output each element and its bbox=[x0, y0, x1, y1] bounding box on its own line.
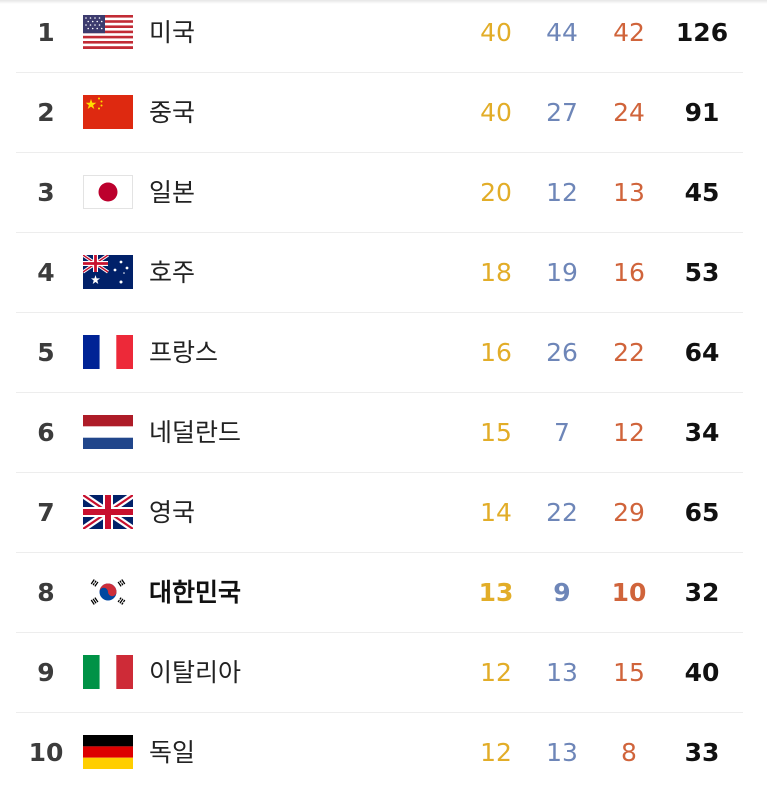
korea-flag-icon bbox=[83, 575, 133, 609]
total-count: 40 bbox=[684, 658, 720, 687]
japan-flag-icon bbox=[83, 175, 133, 209]
rank: 4 bbox=[37, 258, 55, 287]
silver-count: 7 bbox=[554, 418, 570, 447]
total-count: 45 bbox=[684, 178, 720, 207]
table-row[interactable]: 2 중국 40 27 24 91 bbox=[16, 73, 743, 153]
rank: 8 bbox=[37, 578, 55, 607]
total-count: 53 bbox=[684, 258, 720, 287]
gold-count: 13 bbox=[478, 578, 514, 607]
total-count: 65 bbox=[684, 498, 720, 527]
rank: 9 bbox=[37, 658, 55, 687]
germany-flag-icon bbox=[83, 735, 133, 769]
country-name: 대한민국 bbox=[149, 578, 242, 607]
total-count: 126 bbox=[675, 18, 729, 47]
country-name: 이탈리아 bbox=[149, 658, 242, 687]
total-count: 33 bbox=[684, 738, 720, 767]
bronze-count: 29 bbox=[613, 498, 645, 527]
silver-count: 19 bbox=[546, 258, 578, 287]
bronze-count: 13 bbox=[613, 178, 645, 207]
table-row[interactable]: 3 일본 20 12 13 45 bbox=[16, 153, 743, 233]
rank: 1 bbox=[37, 18, 55, 47]
table-row[interactable]: 9 이탈리아 12 13 15 40 bbox=[16, 633, 743, 713]
table-row[interactable]: 1 미국 40 44 42 126 bbox=[16, 0, 743, 73]
silver-count: 26 bbox=[546, 338, 578, 367]
bronze-count: 10 bbox=[611, 578, 647, 607]
country-name: 독일 bbox=[149, 738, 196, 767]
usa-flag-icon bbox=[83, 15, 133, 49]
country-name: 미국 bbox=[149, 18, 196, 47]
gold-count: 12 bbox=[480, 658, 512, 687]
gold-count: 16 bbox=[480, 338, 512, 367]
table-row[interactable]: 4 호주 18 19 16 53 bbox=[16, 233, 743, 313]
table-row-highlighted[interactable]: 8 대한민국 13 9 10 32 bbox=[16, 553, 743, 633]
bronze-count: 16 bbox=[613, 258, 645, 287]
gold-count: 14 bbox=[480, 498, 512, 527]
silver-count: 13 bbox=[546, 658, 578, 687]
silver-count: 12 bbox=[546, 178, 578, 207]
rank: 2 bbox=[37, 98, 55, 127]
bronze-count: 12 bbox=[613, 418, 645, 447]
bronze-count: 22 bbox=[613, 338, 645, 367]
france-flag-icon bbox=[83, 335, 133, 369]
rank: 7 bbox=[37, 498, 55, 527]
rank: 10 bbox=[28, 738, 64, 767]
rank: 5 bbox=[37, 338, 55, 367]
uk-flag-icon bbox=[83, 495, 133, 529]
total-count: 91 bbox=[684, 98, 720, 127]
country-name: 프랑스 bbox=[149, 338, 219, 367]
gold-count: 12 bbox=[480, 738, 512, 767]
gold-count: 18 bbox=[480, 258, 512, 287]
country-name: 일본 bbox=[149, 178, 196, 207]
china-flag-icon bbox=[83, 95, 133, 129]
silver-count: 22 bbox=[546, 498, 578, 527]
total-count: 34 bbox=[684, 418, 720, 447]
silver-count: 13 bbox=[546, 738, 578, 767]
table-row[interactable]: 6 네덜란드 15 7 12 34 bbox=[16, 393, 743, 473]
table-row[interactable]: 5 프랑스 16 26 22 64 bbox=[16, 313, 743, 393]
country-name: 호주 bbox=[149, 258, 196, 287]
rank: 6 bbox=[37, 418, 55, 447]
bronze-count: 15 bbox=[613, 658, 645, 687]
italy-flag-icon bbox=[83, 655, 133, 689]
bronze-count: 8 bbox=[621, 738, 637, 767]
medal-table: 1 미국 40 44 42 126 2 중국 40 27 24 91 3 일본 … bbox=[16, 0, 743, 793]
table-row[interactable]: 7 영국 14 22 29 65 bbox=[16, 473, 743, 553]
gold-count: 40 bbox=[480, 18, 512, 47]
total-count: 64 bbox=[684, 338, 720, 367]
australia-flag-icon bbox=[83, 255, 133, 289]
silver-count: 44 bbox=[546, 18, 578, 47]
silver-count: 9 bbox=[553, 578, 571, 607]
gold-count: 20 bbox=[480, 178, 512, 207]
bronze-count: 42 bbox=[613, 18, 645, 47]
country-name: 중국 bbox=[149, 98, 196, 127]
gold-count: 40 bbox=[480, 98, 512, 127]
table-row[interactable]: 10 독일 12 13 8 33 bbox=[16, 713, 743, 793]
netherlands-flag-icon bbox=[83, 415, 133, 449]
bronze-count: 24 bbox=[613, 98, 645, 127]
gold-count: 15 bbox=[480, 418, 512, 447]
country-name: 네덜란드 bbox=[149, 418, 242, 447]
silver-count: 27 bbox=[546, 98, 578, 127]
country-name: 영국 bbox=[149, 498, 196, 527]
total-count: 32 bbox=[684, 578, 720, 607]
rank: 3 bbox=[37, 178, 55, 207]
